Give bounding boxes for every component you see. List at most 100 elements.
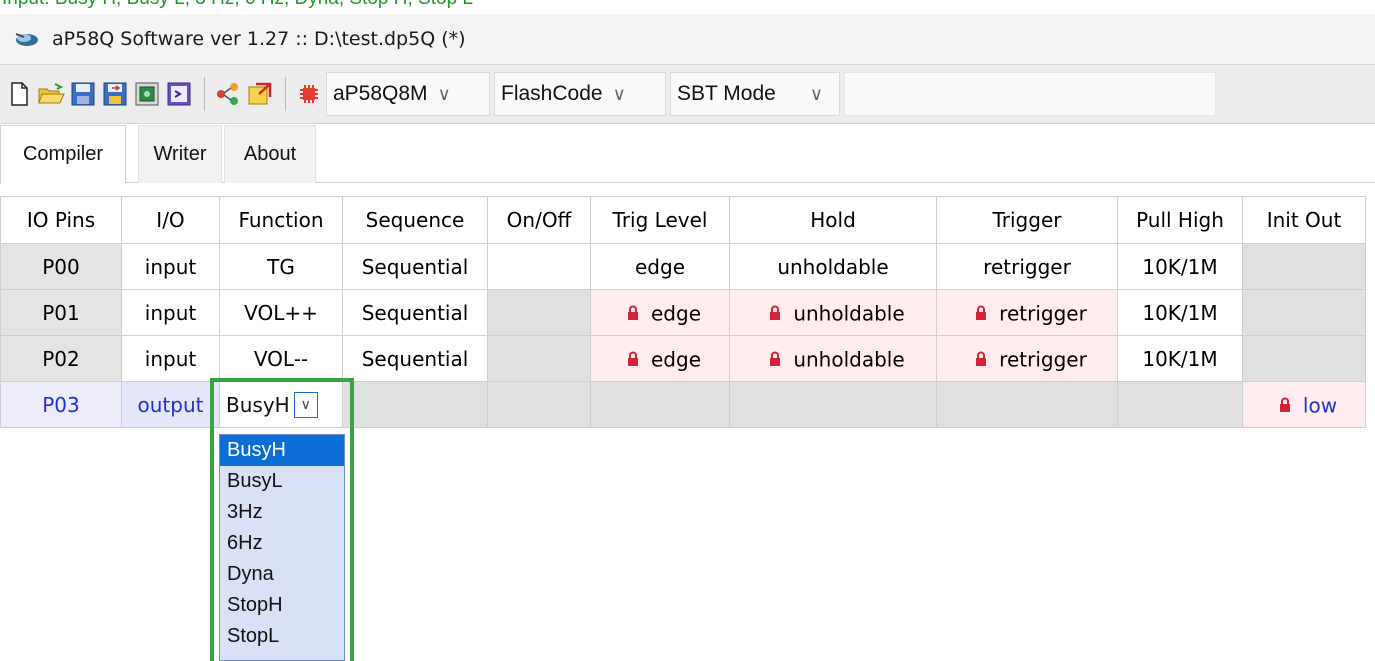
dropdown-option-6hz[interactable]: 6Hz: [220, 528, 344, 559]
pin-cell[interactable]: P01: [0, 289, 122, 336]
chevron-down-icon: ∨: [437, 83, 451, 104]
init-out-cell: [1242, 335, 1366, 382]
col-header-sequence[interactable]: Sequence: [342, 196, 488, 244]
function-cell[interactable]: VOL--: [219, 335, 343, 382]
lock-icon: [976, 351, 987, 367]
trig-level-value: edge: [651, 301, 701, 326]
open-folder-icon[interactable]: [36, 79, 66, 109]
title-bar: aP58Q Software ver 1.27 :: D:\test.dp5Q …: [0, 14, 1375, 64]
pull-high-cell[interactable]: 10K/1M: [1117, 289, 1243, 336]
tab-bar: Compiler Writer About: [0, 125, 1375, 184]
trigger-cell: retrigger: [936, 289, 1118, 336]
col-header-hold[interactable]: Hold: [729, 196, 937, 244]
new-file-icon[interactable]: [4, 79, 34, 109]
io-cell[interactable]: input: [121, 289, 220, 336]
script-icon[interactable]: [164, 79, 194, 109]
hold-cell: [729, 381, 937, 428]
io-cell[interactable]: input: [121, 335, 220, 382]
pin-cell[interactable]: P00: [0, 243, 122, 290]
col-header-io-pins[interactable]: IO Pins: [0, 196, 122, 244]
hold-value: unholdable: [793, 347, 905, 372]
save-icon[interactable]: [68, 79, 98, 109]
mode-select-value: SBT Mode: [677, 82, 776, 105]
trigger-value: retrigger: [999, 347, 1087, 372]
chip-select[interactable]: aP58Q8M ∨: [326, 72, 490, 116]
window-title: aP58Q Software ver 1.27 :: D:\test.dp5Q …: [52, 28, 466, 50]
toolbar-empty-area: [844, 72, 1216, 116]
table-row[interactable]: P02 input VOL-- Sequential edge unholdab…: [0, 335, 1366, 382]
code-select[interactable]: FlashCode ∨: [494, 72, 666, 116]
trig-level-cell: [590, 381, 730, 428]
function-cell[interactable]: VOL++: [219, 289, 343, 336]
pull-high-cell[interactable]: 10K/1M: [1117, 335, 1243, 382]
init-out-value: low: [1302, 393, 1338, 418]
function-cell[interactable]: TG: [219, 243, 343, 290]
tab-label: Writer: [153, 143, 207, 165]
connect-icon[interactable]: [213, 79, 243, 109]
sequence-cell[interactable]: Sequential: [342, 243, 488, 290]
trigger-cell: [936, 381, 1118, 428]
col-header-init-out[interactable]: Init Out: [1242, 196, 1366, 244]
lock-icon: [770, 305, 781, 321]
col-header-io[interactable]: I/O: [121, 196, 220, 244]
sequence-cell[interactable]: Sequential: [342, 335, 488, 382]
trig-level-cell: edge: [590, 289, 730, 336]
dropdown-option-3hz[interactable]: 3Hz: [220, 497, 344, 528]
init-out-cell: low: [1242, 381, 1366, 428]
code-select-value: FlashCode: [501, 82, 603, 105]
col-header-trigger[interactable]: Trigger: [936, 196, 1118, 244]
table-row-selected[interactable]: P03 output BusyH ∨ low: [0, 381, 1366, 428]
save-as-icon[interactable]: [100, 79, 130, 109]
pin-cell[interactable]: P02: [0, 335, 122, 382]
trigger-cell[interactable]: retrigger: [936, 243, 1118, 290]
col-header-pull-high[interactable]: Pull High: [1117, 196, 1243, 244]
col-header-function[interactable]: Function: [219, 196, 343, 244]
function-dropdown-list[interactable]: BusyH BusyL 3Hz 6Hz Dyna StopH StopL: [219, 434, 345, 661]
header-row: IO Pins I/O Function Sequence On/Off Tri…: [0, 196, 1366, 244]
app-logo-icon: [15, 33, 38, 46]
init-out-cell: [1242, 243, 1366, 290]
hold-value: unholdable: [793, 301, 905, 326]
trigger-cell: retrigger: [936, 335, 1118, 382]
function-combobox-value: BusyH: [226, 392, 290, 417]
tab-about[interactable]: About: [224, 125, 316, 183]
table-row[interactable]: P01 input VOL++ Sequential edge unholdab…: [0, 289, 1366, 336]
pull-high-cell[interactable]: 10K/1M: [1117, 243, 1243, 290]
lock-icon: [1279, 397, 1290, 413]
chip-icon[interactable]: [294, 79, 324, 109]
col-header-onoff[interactable]: On/Off: [487, 196, 591, 244]
lock-icon: [628, 305, 638, 321]
dropdown-option-stopl[interactable]: StopL: [220, 621, 344, 652]
hold-cell: unholdable: [729, 335, 937, 382]
dropdown-option-busyh[interactable]: BusyH: [220, 435, 344, 466]
onoff-cell[interactable]: [487, 243, 591, 290]
trig-level-value: edge: [651, 347, 701, 372]
io-cell[interactable]: output: [121, 381, 220, 428]
dropdown-option-busyl[interactable]: BusyL: [220, 466, 344, 497]
sequence-cell[interactable]: Sequential: [342, 289, 488, 336]
export-icon[interactable]: [245, 79, 275, 109]
function-combobox[interactable]: BusyH ∨: [226, 387, 342, 423]
onoff-cell: [487, 335, 591, 382]
hold-cell[interactable]: unholdable: [729, 243, 937, 290]
chevron-down-icon[interactable]: ∨: [293, 391, 318, 418]
init-out-cell: [1242, 289, 1366, 336]
dropdown-option-stoph[interactable]: StopH: [220, 590, 344, 621]
lock-icon: [770, 351, 781, 367]
pull-high-cell: [1117, 381, 1243, 428]
tab-writer[interactable]: Writer: [138, 125, 222, 183]
col-header-trig-level[interactable]: Trig Level: [590, 196, 730, 244]
pin-cell[interactable]: P03: [0, 381, 122, 428]
io-cell[interactable]: input: [121, 243, 220, 290]
mode-select[interactable]: SBT Mode ∨: [670, 72, 840, 116]
toolbar-separator: [285, 77, 286, 111]
chevron-down-icon: ∨: [612, 83, 626, 104]
dropdown-option-dyna[interactable]: Dyna: [220, 559, 344, 590]
function-cell[interactable]: BusyH ∨: [219, 381, 343, 428]
compile-icon[interactable]: [132, 79, 162, 109]
table-row[interactable]: P00 input TG Sequential edge unholdable …: [0, 243, 1366, 290]
toolbar-separator: [204, 77, 205, 111]
tab-compiler[interactable]: Compiler: [0, 125, 126, 184]
trig-level-cell: edge: [590, 335, 730, 382]
trig-level-cell[interactable]: edge: [590, 243, 730, 290]
